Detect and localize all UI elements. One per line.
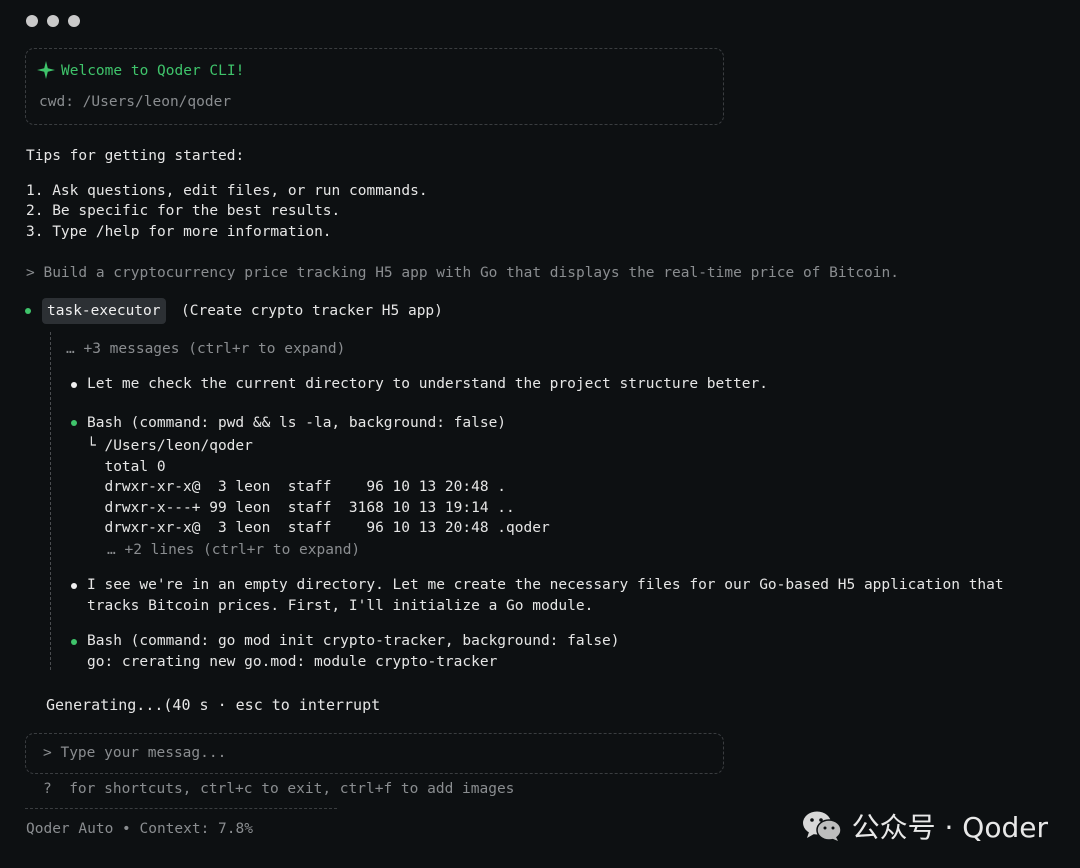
user-prompt: > Build a cryptocurrency price tracking … (26, 265, 899, 281)
collapsed-lines-note[interactable]: … +2 lines (ctrl+r to expand) (107, 540, 360, 560)
task-executor-badge: task-executor (42, 298, 166, 324)
bash-tool-call: Bash (command: pwd && ls -la, background… (87, 415, 507, 431)
task-status-dot (25, 308, 31, 314)
tips-title: Tips for getting started: (26, 148, 245, 164)
wechat-watermark: 公众号 · Qoder (802, 806, 1048, 846)
tool-output-line: drwxr-x---+ 99 leon staff 3168 10 13 19:… (87, 500, 515, 516)
assistant-message-cont: tracks Bitcoin prices. First, I'll initi… (87, 598, 594, 614)
welcome-title: Welcome to Qoder CLI! (61, 63, 245, 79)
tip-item: 1. Ask questions, edit files, or run com… (26, 183, 428, 199)
task-description: (Create crypto tracker H5 app) (181, 303, 443, 319)
window-controls (26, 15, 80, 27)
collapsed-messages-note[interactable]: … +3 messages (ctrl+r to expand) (66, 339, 345, 359)
sparkle-icon (37, 61, 55, 79)
footer-divider (25, 808, 337, 809)
assistant-message: I see we're in an empty directory. Let m… (87, 577, 1004, 593)
tool-status-dot (71, 420, 77, 426)
model-context-status: Qoder Auto • Context: 7.8% (26, 821, 253, 837)
shortcut-hints: ? for shortcuts, ctrl+c to exit, ctrl+f … (43, 781, 515, 797)
message-input[interactable]: > Type your messag... (43, 743, 226, 763)
tip-item: 3. Type /help for more information. (26, 224, 332, 240)
assistant-message: Let me check the current directory to un… (87, 376, 768, 392)
welcome-panel (25, 48, 724, 125)
tool-output-line: go: crerating new go.mod: module crypto-… (87, 654, 498, 670)
message-bullet (71, 382, 77, 388)
tool-output-line: └ /Users/leon/qoder (87, 438, 253, 454)
tool-status-dot (71, 639, 77, 645)
task-tree-line (50, 332, 51, 670)
watermark-text: 公众号 · Qoder (851, 811, 1048, 844)
close-window-button[interactable] (26, 15, 38, 27)
wechat-icon (802, 811, 842, 841)
cwd-label: cwd: /Users/leon/qoder (39, 94, 232, 110)
tip-item: 2. Be specific for the best results. (26, 203, 341, 219)
maximize-window-button[interactable] (68, 15, 80, 27)
tool-output-line: drwxr-xr-x@ 3 leon staff 96 10 13 20:48 … (87, 479, 507, 495)
minimize-window-button[interactable] (47, 15, 59, 27)
bash-tool-call: Bash (command: go mod init crypto-tracke… (87, 633, 620, 649)
tool-output-line: total 0 (87, 459, 166, 475)
tool-output-line: drwxr-xr-x@ 3 leon staff 96 10 13 20:48 … (87, 520, 550, 536)
generating-status: Generating...(40 s · esc to interrupt (46, 696, 381, 714)
message-bullet (71, 583, 77, 589)
